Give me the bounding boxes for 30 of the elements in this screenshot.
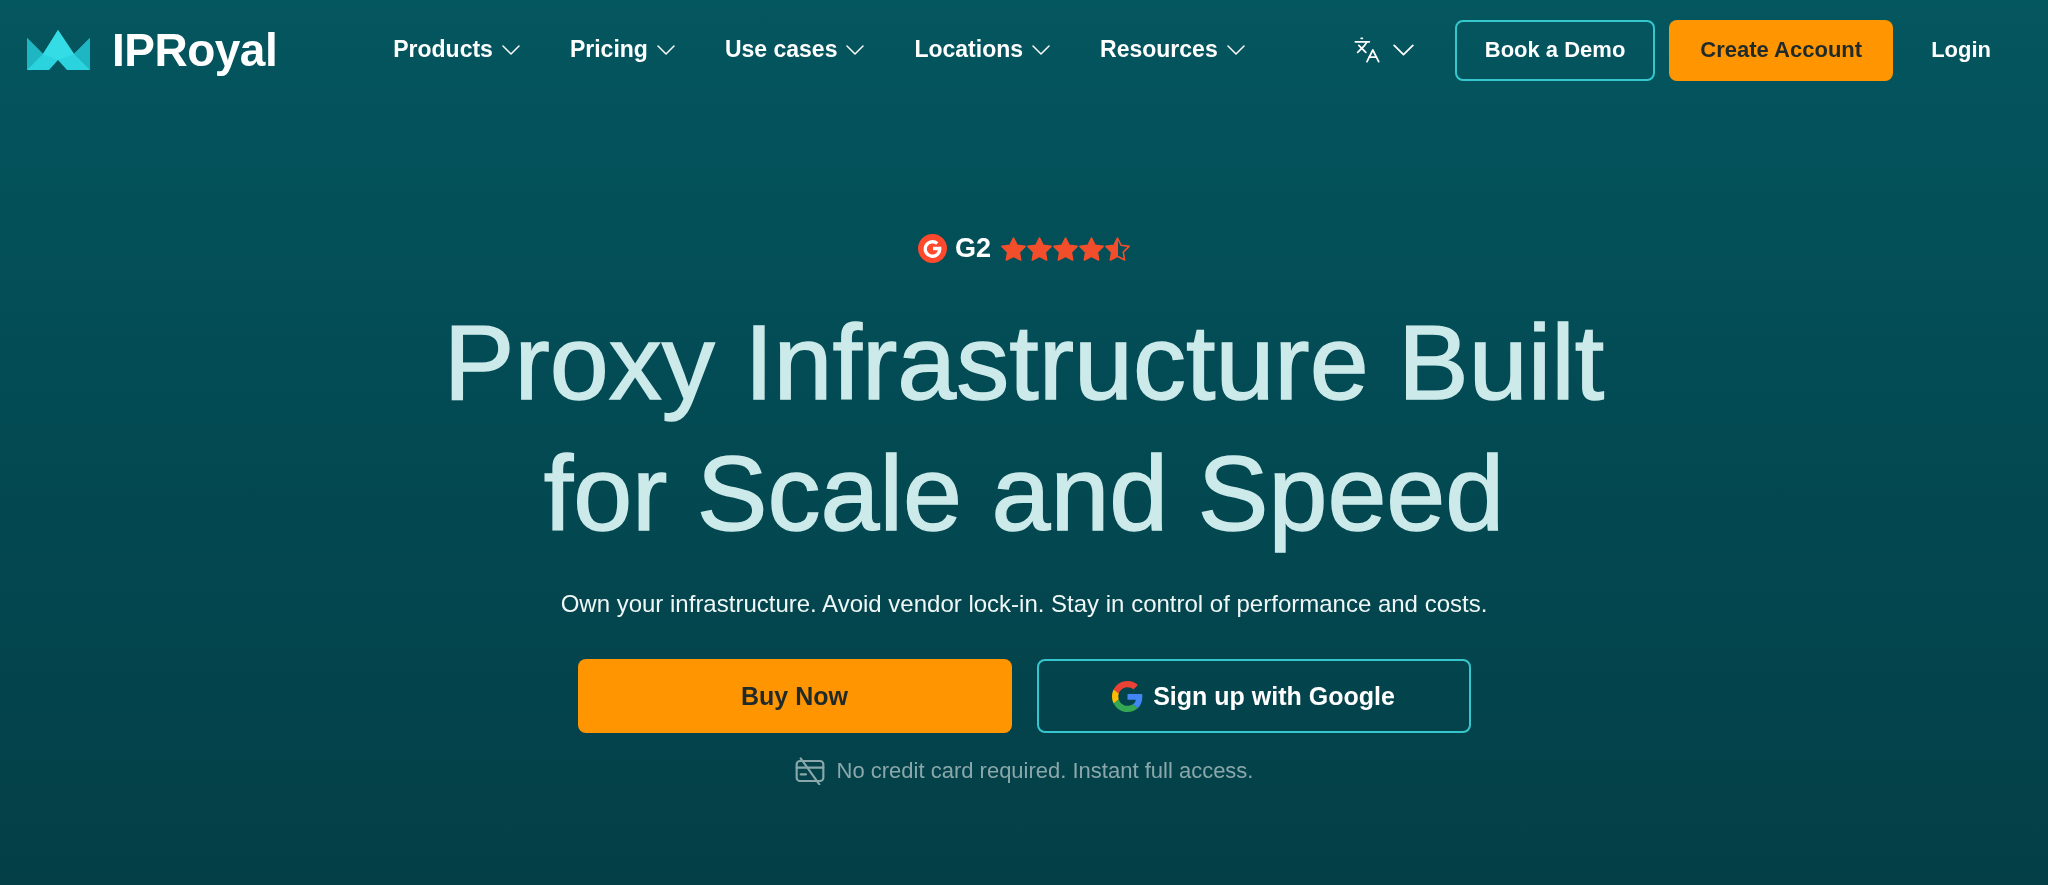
g2-logo-icon — [918, 234, 947, 263]
rating-label: G2 — [955, 235, 991, 262]
note-text: No credit card required. Instant full access. — [836, 757, 1254, 785]
nav-menu-item[interactable]: Pricing — [569, 36, 675, 64]
google-signup-button[interactable]: Sign up with Google — [1036, 659, 1471, 733]
chevron-down-icon[interactable] — [656, 45, 675, 55]
nav-menu-item[interactable]: Locations — [914, 36, 1051, 64]
google-icon — [1112, 680, 1144, 712]
crown-logo-icon — [27, 30, 90, 70]
hero-heading: Proxy Infrastructure Built for Scale and Speed — [442, 302, 1606, 554]
book-demo-button[interactable]: Book a Demo — [1454, 19, 1656, 81]
crossed-card-icon — [794, 757, 825, 785]
star-icon — [1053, 236, 1078, 261]
star-icon — [1001, 236, 1026, 261]
chevron-down-icon[interactable] — [1226, 45, 1245, 55]
hero-subtitle: Own your infrastructure. Avoid vendor lock-in. Stay in control of performance and costs. — [560, 589, 1488, 619]
nav-menu-item[interactable]: Resources — [1100, 36, 1245, 64]
nav-menu-item[interactable]: Use cases — [724, 36, 865, 64]
buy-now-button[interactable]: Buy Now — [577, 659, 1012, 733]
login-link[interactable]: Login — [1931, 36, 1991, 64]
chevron-down-icon[interactable] — [501, 45, 520, 55]
half-star-icon — [1105, 236, 1130, 261]
translate-icon[interactable] — [1352, 36, 1381, 64]
star-icon — [1079, 236, 1104, 261]
chevron-down-icon[interactable] — [846, 45, 865, 55]
create-account-button[interactable]: Create Account — [1669, 19, 1894, 81]
chevron-down-icon[interactable] — [1392, 44, 1414, 56]
chevron-down-icon[interactable] — [1032, 45, 1051, 55]
nav-menu-item[interactable]: Products — [393, 36, 520, 64]
star-icon — [1027, 236, 1052, 261]
